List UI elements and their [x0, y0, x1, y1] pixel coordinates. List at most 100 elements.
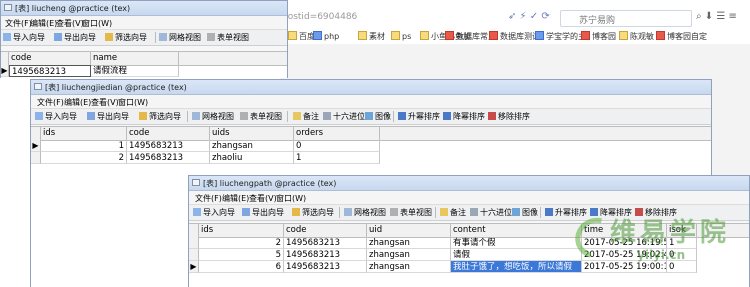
menu-file[interactable]: 文件(F): [5, 18, 32, 29]
import-wizard-button[interactable]: 导入向导: [3, 32, 45, 43]
menu-view[interactable]: 查看(V): [249, 193, 277, 204]
filter-wizard-button[interactable]: 筛选向导: [139, 111, 181, 122]
hex-button[interactable]: 十六进位: [470, 207, 512, 218]
menu-bar: 文件(F) 编辑(E) 查看(V) 窗口(W): [189, 191, 749, 204]
table-cell[interactable]: 请假: [451, 249, 582, 261]
table-cell[interactable]: 有事请个假: [451, 237, 582, 249]
image-button[interactable]: 图像: [365, 111, 391, 122]
column-header-code[interactable]: code: [9, 52, 91, 65]
row-selector-icon[interactable]: ▶: [31, 140, 41, 152]
table-cell[interactable]: 1495683213: [127, 140, 210, 152]
sort-ascending-button[interactable]: 升幂排序: [398, 111, 440, 122]
grid-view-button[interactable]: 网格视图: [159, 32, 201, 43]
menu-window[interactable]: 窗口(W): [118, 97, 148, 108]
menu-window[interactable]: 窗口(W): [82, 18, 112, 29]
table-window-liucheng[interactable]: [表] liucheng @practice (tex) 文件(F) 编辑(E)…: [0, 0, 288, 78]
form-view-button[interactable]: 表单视图: [207, 32, 249, 43]
hex-button[interactable]: 十六进位: [323, 111, 365, 122]
menu-bar: 文件(F) 编辑(E) 查看(V) 窗口(W): [1, 16, 287, 29]
menu-edit[interactable]: 编辑(E): [222, 193, 249, 204]
window-title-bar[interactable]: [表] liuchengjiedian @practice (tex): [31, 80, 711, 95]
menu-view[interactable]: 查看(V): [91, 97, 119, 108]
url-text[interactable]: postid=6904486: [282, 12, 357, 22]
table-cell[interactable]: zhaoliu: [210, 152, 294, 164]
window-title-bar[interactable]: [表] liucheng @practice (tex): [1, 1, 287, 16]
export-wizard-button[interactable]: 导出向导: [87, 111, 129, 122]
table-cell[interactable]: 5: [199, 249, 284, 261]
table-icon: [4, 4, 12, 11]
bookmark-item[interactable]: 博客园自定: [656, 31, 707, 42]
table-cell[interactable]: 6: [199, 261, 284, 273]
table-cell[interactable]: 1: [294, 152, 380, 164]
row-selector[interactable]: [189, 249, 199, 261]
bookmark-item[interactable]: 陈观敏: [619, 31, 654, 42]
column-header-ids[interactable]: ids: [41, 127, 127, 140]
column-header-orders[interactable]: orders: [294, 127, 380, 140]
remove-sort-button[interactable]: 移除排序: [488, 111, 530, 122]
bookmark-item[interactable]: 学宝学的主: [535, 31, 586, 42]
export-wizard-button[interactable]: 导出向导: [54, 32, 96, 43]
table-cell[interactable]: 2: [199, 237, 284, 249]
table-cell[interactable]: zhangsan: [367, 249, 451, 261]
table-icon: [34, 83, 42, 90]
column-header-uids[interactable]: uids: [210, 127, 294, 140]
row-selector-icon[interactable]: ▶: [189, 261, 199, 273]
bookmark-item[interactable]: php: [313, 31, 339, 41]
memo-button[interactable]: 备注: [293, 111, 319, 122]
filter-wizard-button[interactable]: 筛选向导: [292, 207, 334, 218]
bookmark-item[interactable]: 百度: [288, 31, 315, 42]
form-view-button[interactable]: 表单视图: [390, 207, 432, 218]
toolbar: 导入向导 导出向导 筛选向导 网格视图 表单视图: [1, 29, 287, 46]
table-cell[interactable]: zhangsan: [367, 237, 451, 249]
column-header-ids[interactable]: ids: [199, 224, 284, 237]
address-bar[interactable]: postid=6904486 ➶ ⚡ ✓ ⟳ 苏宁易购 ⌕ ⬇ ☰ ≡: [280, 8, 750, 29]
window-title: [表] liucheng @practice (tex): [15, 4, 131, 13]
bookmark-item[interactable]: 数据库测试: [489, 31, 540, 42]
menu-window[interactable]: 窗口(W): [276, 193, 306, 204]
row-selector[interactable]: [31, 152, 41, 164]
sort-descending-button[interactable]: 降幂排序: [443, 111, 485, 122]
table-cell[interactable]: zhangsan: [367, 261, 451, 273]
row-selector-icon[interactable]: ▶: [1, 65, 9, 77]
table-cell-selected[interactable]: 我肚子饿了，想吃饭，所以请假: [451, 261, 582, 273]
table-cell[interactable]: 1495683213: [9, 65, 91, 77]
image-button[interactable]: 图像: [512, 207, 538, 218]
row-selector[interactable]: [189, 237, 199, 249]
column-header-name[interactable]: name: [91, 52, 179, 65]
table-cell[interactable]: 请假流程: [91, 65, 179, 77]
menu-bar: 文件(F) 编辑(E) 查看(V) 窗口(W): [31, 95, 711, 108]
menu-edit[interactable]: 编辑(E): [64, 97, 91, 108]
browser-menu-icons[interactable]: ⌕ ⬇ ☰ ≡: [696, 11, 737, 22]
table-cell[interactable]: 1495683213: [284, 249, 367, 261]
menu-edit[interactable]: 编辑(E): [30, 18, 57, 29]
column-header-uid[interactable]: uid: [367, 224, 451, 237]
table-cell[interactable]: 2: [41, 152, 127, 164]
column-header-code[interactable]: code: [284, 224, 367, 237]
grid-view-button[interactable]: 网格视图: [344, 207, 386, 218]
search-input[interactable]: 苏宁易购: [560, 10, 692, 27]
table-cell[interactable]: 1495683213: [284, 237, 367, 249]
memo-button[interactable]: 备注: [440, 207, 466, 218]
column-header-code[interactable]: code: [127, 127, 210, 140]
import-wizard-button[interactable]: 导入向导: [35, 111, 77, 122]
export-wizard-button[interactable]: 导出向导: [242, 207, 284, 218]
bookmark-item[interactable]: 素材: [358, 31, 385, 42]
table-cell[interactable]: 1495683213: [284, 261, 367, 273]
column-header-content[interactable]: content: [451, 224, 582, 237]
window-title-bar[interactable]: [表] liuchengpath @practice (tex): [189, 176, 749, 191]
table-cell[interactable]: 1495683213: [127, 152, 210, 164]
menu-view[interactable]: 查看(V): [56, 18, 84, 29]
browser-action-icons[interactable]: ➶ ⚡ ✓ ⟳: [508, 11, 550, 22]
form-view-button[interactable]: 表单视图: [240, 111, 282, 122]
table-cell[interactable]: zhangsan: [210, 140, 294, 152]
table-cell[interactable]: 0: [294, 140, 380, 152]
table-icon: [192, 179, 200, 186]
import-wizard-button[interactable]: 导入向导: [193, 207, 235, 218]
menu-file[interactable]: 文件(F): [195, 193, 222, 204]
bookmark-item[interactable]: 博客园: [581, 31, 616, 42]
table-cell[interactable]: 1: [41, 140, 127, 152]
filter-wizard-button[interactable]: 筛选向导: [105, 32, 147, 43]
grid-view-button[interactable]: 网格视图: [192, 111, 234, 122]
bookmark-item[interactable]: ps: [391, 31, 411, 41]
menu-file[interactable]: 文件(F): [37, 97, 64, 108]
